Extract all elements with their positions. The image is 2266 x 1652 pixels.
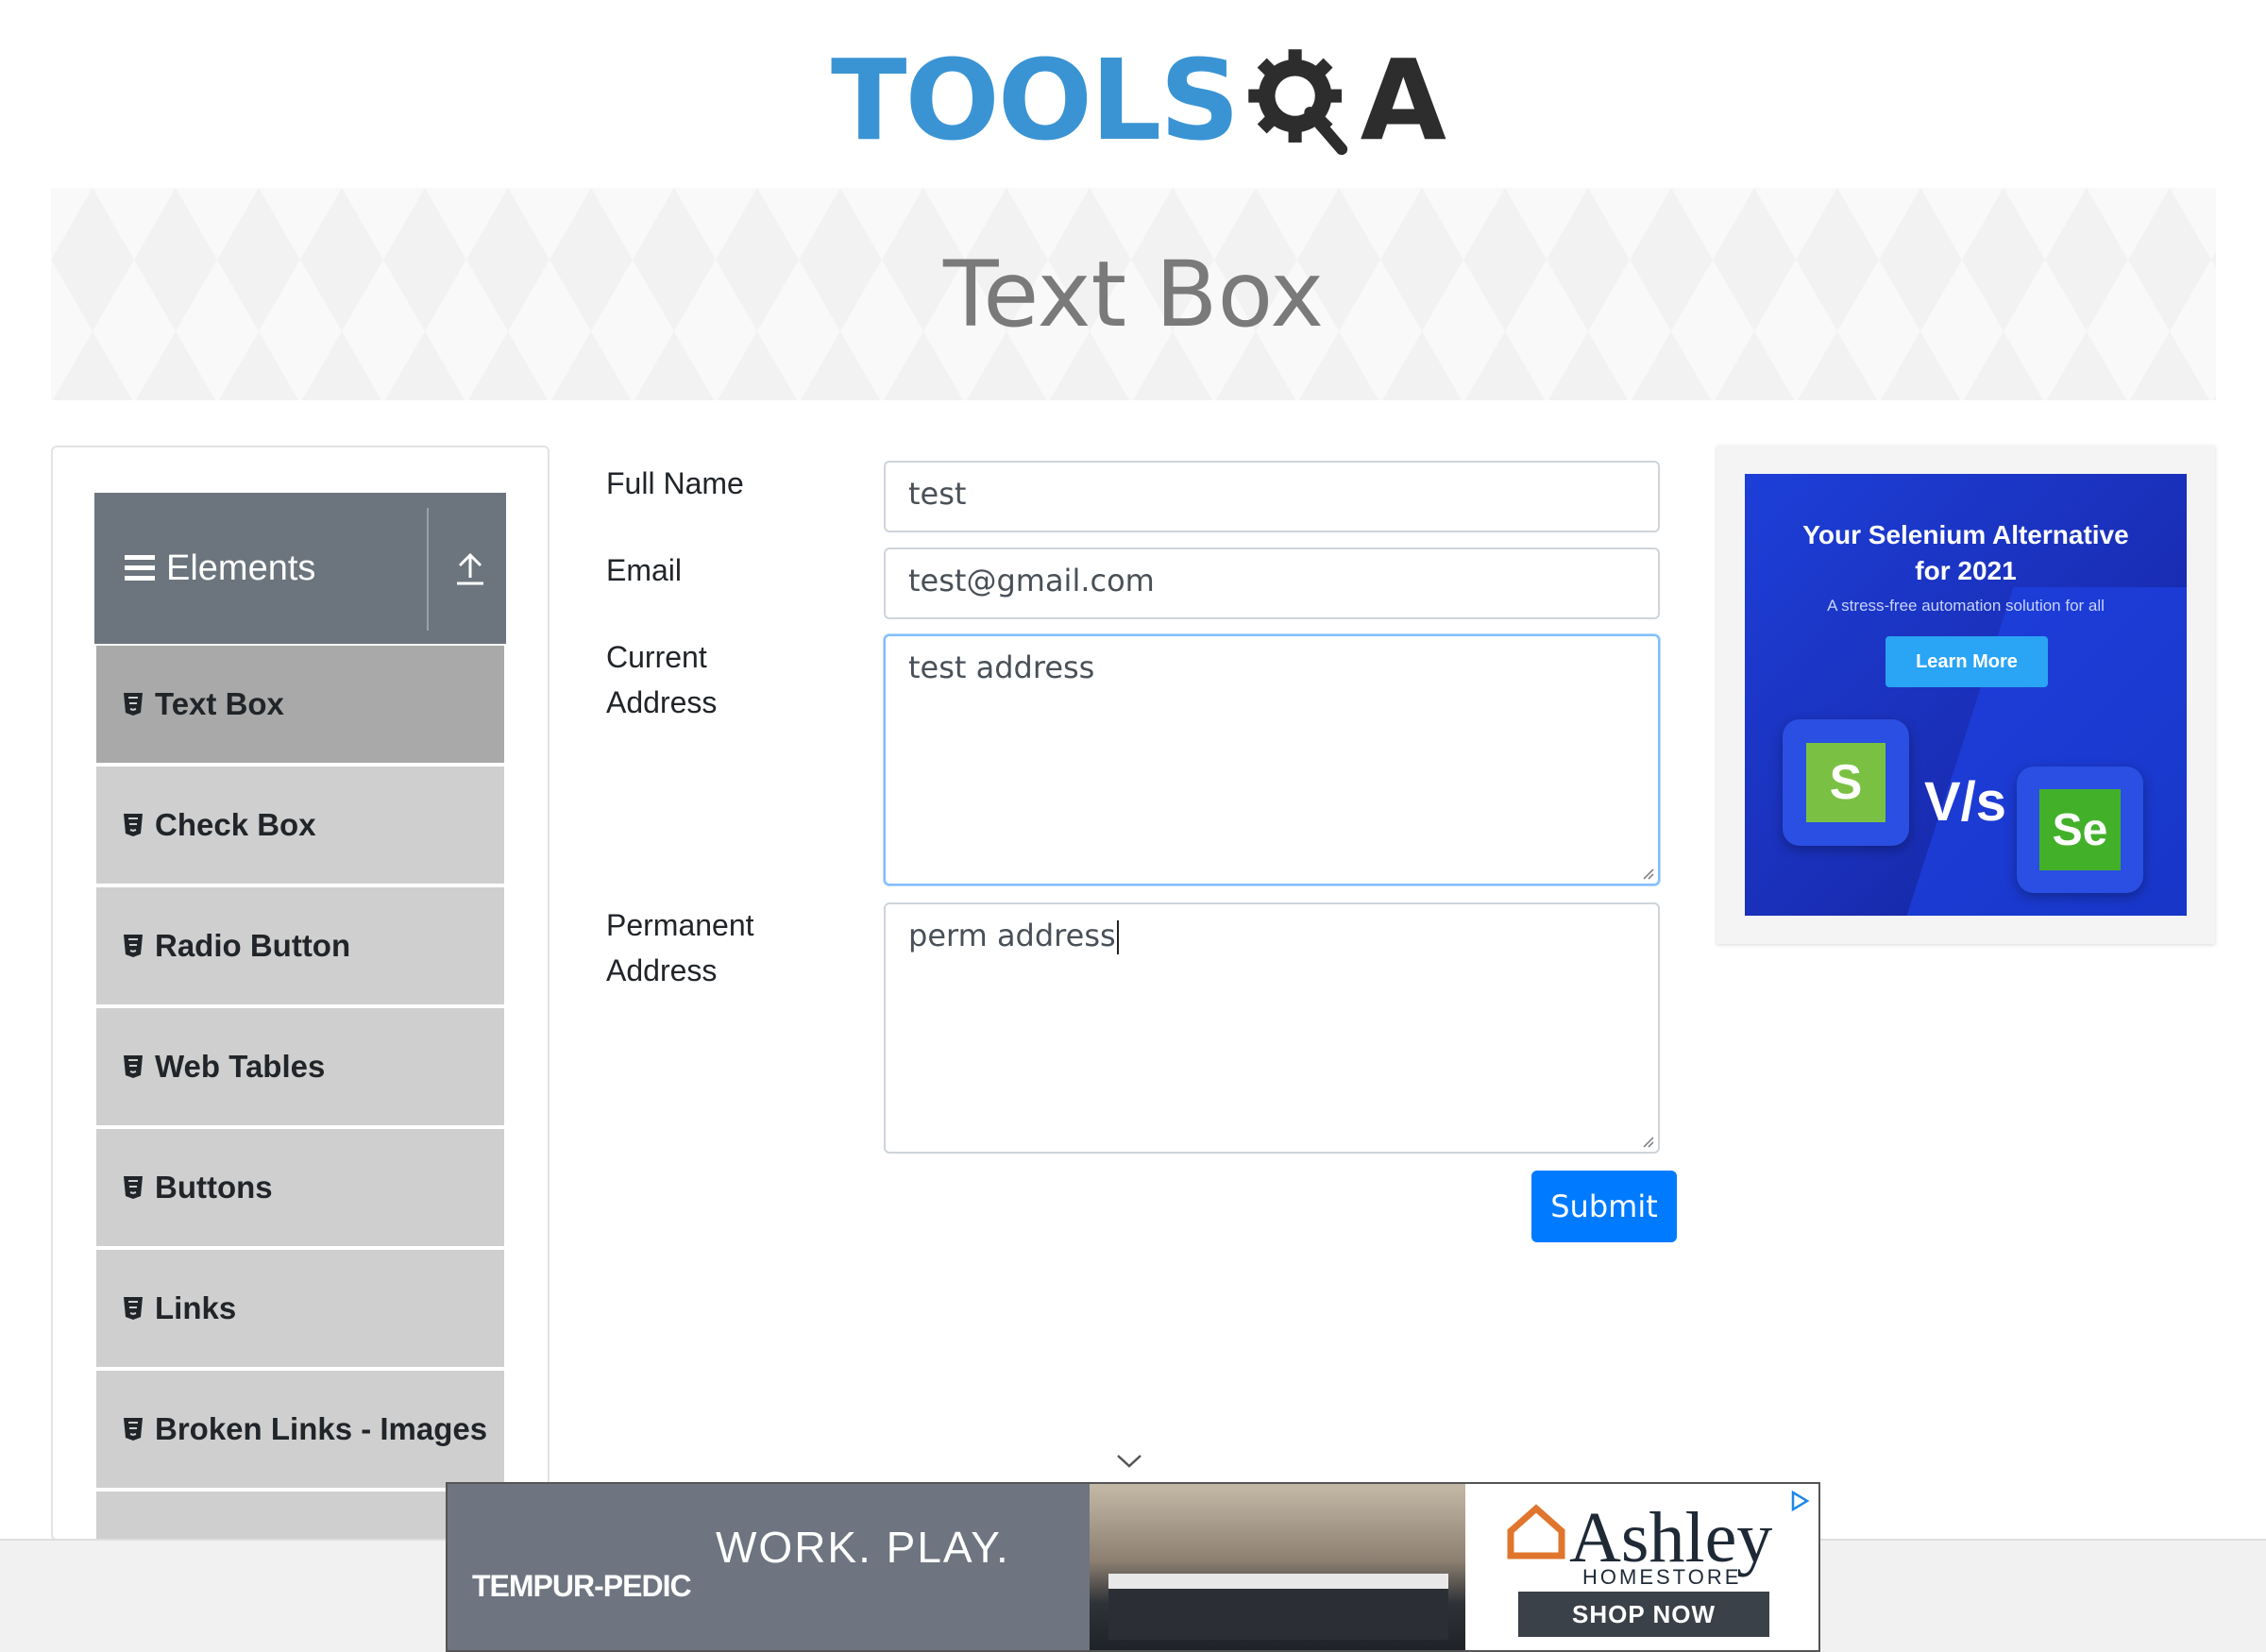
ashley-ad-panel: Ashley HOMESTORE SHOP NOW (1465, 1484, 1818, 1650)
full-name-label: Full Name (606, 466, 744, 500)
elements-group-header[interactable]: Elements (94, 493, 506, 644)
ad-right-tile: Se (2017, 767, 2143, 893)
sidebar-item-links[interactable]: Links (96, 1250, 504, 1367)
sidebar-item-text-box[interactable]: Text Box (96, 646, 504, 763)
selenium-alternative-ad[interactable]: Your Selenium Alternative for 2021 A str… (1745, 474, 2187, 916)
sidebar-item-label: Broken Links - Images (155, 1411, 488, 1446)
sidebar-item-radio-button[interactable]: Radio Button (96, 887, 504, 1004)
permanent-address-value: perm address (908, 918, 1116, 953)
full-name-input[interactable]: test (884, 461, 1660, 532)
ashley-house-icon (1507, 1504, 1565, 1559)
homestore-text: HOMESTORE (1582, 1565, 1742, 1589)
upload-arrow-icon[interactable] (451, 549, 489, 587)
submit-button[interactable]: Submit (1531, 1171, 1677, 1242)
text-caret (1116, 920, 1119, 954)
ad-vs-text: V/s (1924, 771, 2007, 833)
current-address-textarea[interactable]: test address (884, 634, 1660, 885)
full-name-value: test (908, 476, 967, 512)
current-address-value: test address (908, 649, 1095, 685)
logo-tools-text: TOOLS (831, 34, 1240, 165)
current-address-label-line1: Current (606, 640, 707, 674)
ad-tagline: WORK. PLAY. (716, 1523, 1010, 1572)
sidebar-item-buttons[interactable]: Buttons (96, 1129, 504, 1246)
sidebar-item-label: Web Tables (155, 1049, 326, 1084)
current-address-label: Current Address (606, 634, 717, 725)
toolsqa-logo[interactable]: TOOLS A (831, 26, 1446, 173)
ad-headline-line2: for 2021 (1915, 556, 2017, 585)
html5-shield-icon (124, 814, 143, 836)
ad-left-tile-logo: S (1806, 743, 1886, 822)
page-banner: Text Box (51, 188, 2216, 400)
header-divider (427, 508, 429, 631)
ad-left-tile: S (1783, 719, 1909, 846)
sidebar-item-label: Links (155, 1290, 237, 1325)
email-label: Email (606, 553, 683, 587)
email-input[interactable]: test@gmail.com (884, 548, 1660, 619)
resize-handle-icon[interactable] (1639, 865, 1654, 880)
sidebar-item-label: Radio Button (155, 928, 351, 963)
sidebar-item-web-tables[interactable]: Web Tables (96, 1008, 504, 1125)
side-ad-container: Your Selenium Alternative for 2021 A str… (1716, 446, 2215, 944)
hamburger-icon (125, 555, 155, 582)
current-address-label-line2: Address (606, 685, 718, 719)
permanent-address-label-line1: Permanent (606, 908, 754, 942)
adchoices-icon[interactable] (1788, 1490, 1811, 1512)
sidebar-item-broken-links-images[interactable]: Broken Links - Images (96, 1371, 504, 1488)
ad-subtext: A stress-free automation solution for al… (1827, 597, 2105, 615)
bottom-banner-ad[interactable]: TEMPUR-PEDIC WORK. PLAY. Ashley HOMESTOR… (446, 1482, 1820, 1652)
page-title: Text Box (942, 241, 1325, 347)
tempur-pedic-logo: TEMPUR-PEDIC (472, 1569, 692, 1603)
email-value: test@gmail.com (908, 563, 1155, 598)
html5-shield-icon (124, 1418, 143, 1441)
ad-headline: Your Selenium Alternative for 2021 (1745, 517, 2187, 589)
resize-handle-icon[interactable] (1639, 1133, 1654, 1148)
html5-shield-icon (124, 1176, 143, 1199)
html5-shield-icon (124, 935, 143, 957)
ad-bed-image (1108, 1574, 1448, 1640)
html5-shield-icon (124, 1297, 143, 1320)
sidebar: Elements Text Box Check Box Radio Button… (51, 446, 550, 1609)
permanent-address-label: Permanent Address (606, 902, 754, 993)
html5-shield-icon (124, 693, 143, 716)
shop-now-button[interactable]: SHOP NOW (1518, 1592, 1769, 1637)
page: TOOLS A Text Box Elements Text Box Check… (0, 0, 2266, 1652)
logo-a-text: A (1360, 34, 1446, 165)
sidebar-item-label: Check Box (155, 807, 316, 842)
html5-shield-icon (124, 1055, 143, 1078)
ad-headline-line1: Your Selenium Alternative (1802, 520, 2129, 549)
sidebar-item-check-box[interactable]: Check Box (96, 767, 504, 884)
permanent-address-label-line2: Address (606, 953, 718, 987)
sidebar-item-label: Buttons (155, 1170, 273, 1205)
permanent-address-textarea[interactable]: perm address (884, 902, 1660, 1154)
gear-magnifier-icon (1248, 48, 1348, 155)
sidebar-item-label: Text Box (155, 686, 284, 721)
group-title: Elements (166, 548, 316, 588)
selenium-logo: Se (2039, 789, 2121, 870)
learn-more-button[interactable]: Learn More (1886, 636, 2048, 687)
chevron-down-icon[interactable] (1114, 1452, 1144, 1471)
